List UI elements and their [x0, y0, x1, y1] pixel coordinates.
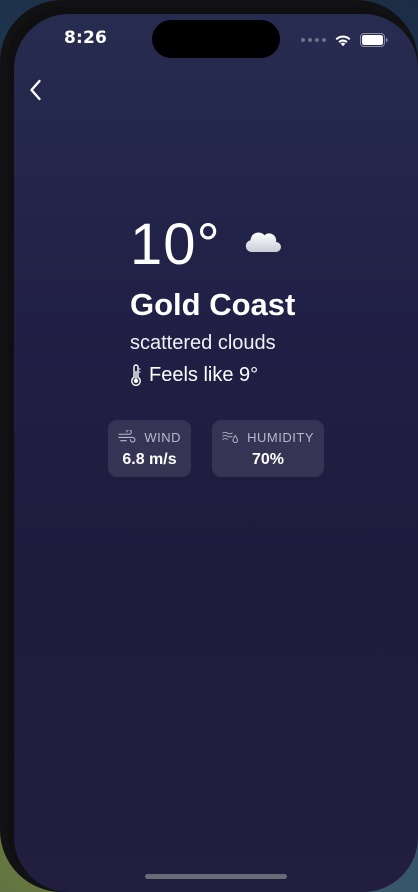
wind-label: WIND [144, 429, 181, 445]
temperature-row: 10° [130, 210, 390, 280]
status-icons [301, 32, 388, 48]
humidity-label: HUMIDITY [247, 429, 314, 445]
feels-like-row: Feels like 9° [130, 362, 390, 388]
weather-description: scattered clouds [130, 332, 276, 354]
humidity-value: 70% [251, 451, 285, 468]
thermometer-icon [131, 364, 141, 386]
temperature-value: 10° [130, 212, 221, 277]
wind-icon [118, 430, 136, 443]
weather-screen: 8:26 10° Gold Coast scattered clouds Fee… [14, 14, 418, 892]
home-indicator[interactable] [145, 874, 287, 879]
back-button[interactable] [20, 74, 52, 106]
wind-card-header: WIND [118, 427, 181, 447]
feels-like-text: Feels like 9° [149, 364, 259, 386]
wind-card: WIND 6.8 m/s [108, 420, 191, 477]
wifi-icon [335, 35, 351, 47]
current-weather: 10° Gold Coast scattered clouds Feels li… [130, 210, 390, 388]
status-time: 8:26 [64, 28, 108, 48]
humidity-card: HUMIDITY 70% [212, 420, 324, 477]
chevron-left-icon [30, 79, 41, 101]
dynamic-island [152, 20, 280, 58]
humidity-card-header: HUMIDITY [222, 427, 314, 447]
humidity-icon [222, 431, 239, 443]
battery-icon [360, 33, 388, 47]
status-bar: 8:26 [14, 14, 418, 66]
phone-frame: 8:26 10° Gold Coast scattered clouds Fee… [0, 0, 418, 892]
city-name: Gold Coast [130, 287, 296, 322]
device-backdrop: 8:26 10° Gold Coast scattered clouds Fee… [0, 0, 418, 892]
cloud-icon [245, 232, 281, 252]
cellular-signal-icon [301, 38, 326, 42]
weather-stats: WIND 6.8 m/s HUMIDITY 70% [108, 420, 324, 477]
wind-value: 6.8 m/s [122, 451, 177, 468]
